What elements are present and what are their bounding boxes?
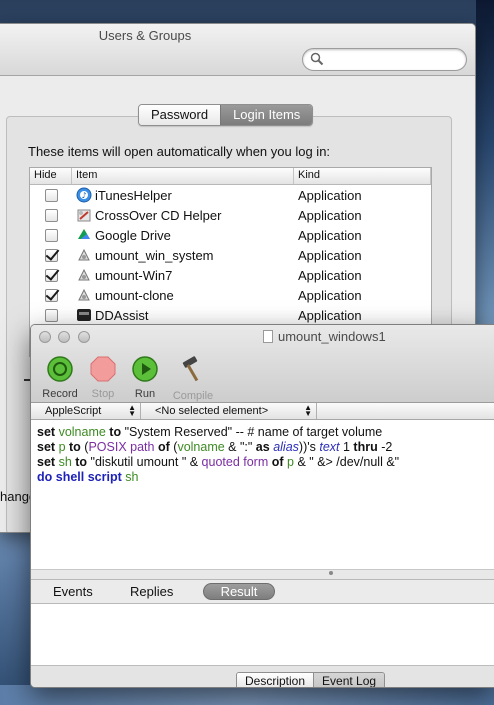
item-kind: Application (298, 247, 362, 263)
document-icon (263, 330, 273, 343)
itunes-icon: ♪ (76, 187, 92, 203)
hammer-icon (182, 356, 199, 382)
hide-checkbox[interactable] (44, 208, 58, 222)
popup-arrows-icon: ▲ ▼ (304, 403, 312, 418)
hide-checkbox[interactable] (44, 288, 58, 302)
applescript-icon (76, 287, 92, 303)
script-editor-window: umount_windows1 Record Stop Run Compile … (30, 324, 494, 688)
column-header-item[interactable]: Item (72, 168, 294, 184)
code-line-4: do shell script sh (37, 470, 139, 484)
language-selector[interactable]: AppleScript ▲ ▼ (31, 403, 141, 419)
hide-checkbox[interactable] (44, 308, 58, 322)
minimize-button[interactable] (58, 331, 70, 343)
tab-result[interactable]: Result (203, 583, 275, 600)
table-row[interactable]: umount-Win7 Application (30, 265, 431, 285)
applescript-icon (76, 247, 92, 263)
table-header: Hide Item Kind (30, 168, 431, 185)
item-name: iTunesHelper (95, 187, 172, 203)
hide-checkbox[interactable] (44, 268, 58, 282)
hide-checkbox[interactable] (44, 188, 58, 202)
table-row[interactable]: umount-clone Application (30, 285, 431, 305)
item-name: Google Drive (95, 227, 171, 243)
code-line-3: set sh to "diskutil umount " & quoted fo… (37, 455, 400, 469)
item-kind: Application (298, 267, 362, 283)
item-name: umount-Win7 (95, 267, 173, 283)
script-editor-toolbar: umount_windows1 Record Stop Run Compile (31, 325, 494, 403)
search-field[interactable] (302, 48, 467, 71)
splitter-handle-icon (329, 571, 333, 575)
item-name: umount_win_system (95, 247, 214, 263)
desktop-background-bottom (0, 685, 494, 705)
tab-replies[interactable]: Replies (130, 584, 173, 599)
record-icon (47, 356, 73, 382)
run-icon (132, 356, 158, 382)
table-row[interactable]: CrossOver CD Helper Application (30, 205, 431, 225)
svg-text:♪: ♪ (82, 191, 87, 200)
window-title-text: umount_windows1 (278, 329, 386, 344)
item-name: umount-clone (95, 287, 174, 303)
item-kind: Application (298, 227, 362, 243)
hide-checkbox[interactable] (44, 248, 58, 262)
bottom-bar: Description Event Log (31, 666, 494, 687)
pane-splitter[interactable] (31, 570, 494, 580)
close-button[interactable] (39, 331, 51, 343)
users-groups-titlebar: Users & Groups (0, 24, 475, 76)
tab-login-items[interactable]: Login Items (220, 105, 313, 125)
item-kind: Application (298, 207, 362, 223)
tab-password[interactable]: Password (139, 105, 221, 125)
login-items-description: These items will open automatically when… (28, 144, 331, 159)
stop-icon (90, 356, 116, 382)
item-kind: Application (298, 287, 362, 303)
hide-checkbox[interactable] (44, 228, 58, 242)
users-groups-title: Users & Groups (98, 28, 192, 43)
crossover-icon (76, 207, 92, 223)
code-line-2: set p to (POSIX path of (volname & ":" a… (37, 440, 393, 454)
code-line-1: set volname to "System Reserved" -- # na… (37, 425, 383, 439)
ddassist-icon (76, 307, 92, 323)
column-header-kind[interactable]: Kind (294, 168, 431, 184)
table-row[interactable]: umount_win_system Application (30, 245, 431, 265)
result-pane[interactable] (31, 604, 494, 666)
item-kind: Application (298, 187, 362, 203)
table-row[interactable]: ♪ iTunesHelper Application (30, 185, 431, 205)
popup-arrows-icon: ▲ ▼ (128, 403, 136, 418)
element-value: <No selected element> (155, 405, 269, 417)
event-log-button[interactable]: Event Log (313, 673, 385, 687)
table-row[interactable]: Google Drive Application (30, 225, 431, 245)
google-drive-icon (76, 227, 92, 243)
navigation-bar: AppleScript ▲ ▼ <No selected element> ▲ ▼ (31, 403, 494, 420)
result-tabs: Events Replies Result (31, 580, 494, 604)
element-selector[interactable]: <No selected element> ▲ ▼ (141, 403, 317, 419)
tab-events[interactable]: Events (53, 584, 93, 599)
run-button[interactable]: Run (120, 355, 170, 400)
search-icon (310, 52, 324, 69)
run-label: Run (134, 388, 156, 400)
window-title: umount_windows1 (263, 329, 386, 344)
item-kind: Application (298, 307, 362, 323)
item-name: CrossOver CD Helper (95, 207, 222, 223)
description-button[interactable]: Description (237, 673, 314, 687)
script-editor-text[interactable]: set volname to "System Reserved" -- # na… (31, 420, 494, 570)
compile-button[interactable]: Compile (168, 355, 218, 402)
tab-segmented-control: Password Login Items (138, 104, 314, 126)
compile-label: Compile (172, 390, 214, 402)
item-name: DDAssist (95, 307, 149, 323)
language-value: AppleScript (45, 405, 102, 417)
bottom-segmented-control: Description Event Log (236, 672, 386, 687)
applescript-icon (76, 267, 92, 283)
column-header-hide[interactable]: Hide (30, 168, 72, 184)
zoom-button[interactable] (78, 331, 90, 343)
table-row[interactable]: DDAssist Application (30, 305, 431, 325)
